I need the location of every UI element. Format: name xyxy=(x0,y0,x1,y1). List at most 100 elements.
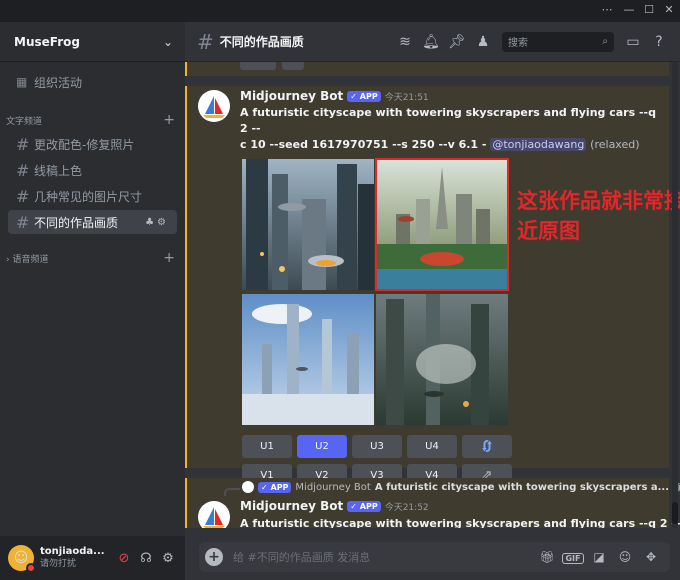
username: tonjiaoda... xyxy=(40,546,105,557)
bell-icon[interactable]: 🔔︎ xyxy=(418,34,444,50)
upscale-button-row: U1 U2 U3 U4 🔄︎ xyxy=(242,435,512,458)
text-channels-category[interactable]: 文字频道 + xyxy=(0,110,185,130)
add-channel-icon[interactable]: + xyxy=(163,250,175,266)
close-button[interactable]: ✕ xyxy=(662,3,676,17)
dnd-status-icon xyxy=(26,563,36,573)
sailboat-icon xyxy=(203,507,225,528)
prompt-text: A futuristic cityscape with towering sky… xyxy=(240,106,656,151)
avatar[interactable] xyxy=(198,90,230,122)
server-header[interactable]: MuseFrog ⌄ xyxy=(0,22,185,62)
timestamp: 今天21:52 xyxy=(384,503,429,513)
channel-item[interactable]: # 线稿上色 xyxy=(8,158,177,182)
server-name: MuseFrog xyxy=(14,34,80,49)
channel-label: 几种常见的图片尺寸 xyxy=(34,189,143,204)
avatar[interactable]: ☺ xyxy=(8,545,36,573)
user-status: 请勿打扰 xyxy=(40,559,77,569)
scrollbar-track[interactable] xyxy=(672,62,678,528)
message-composer[interactable]: + 给 #不同的作品画质 发消息 🎁︎ GIF ◪ ☺ ✥ xyxy=(199,542,670,572)
image-4[interactable] xyxy=(376,294,508,425)
invite-settings-icons[interactable]: ♣⚙ xyxy=(145,217,169,228)
channel-label: 线稿上色 xyxy=(34,163,83,178)
channel-title: 不同的作品画质 xyxy=(219,35,304,49)
button[interactable] xyxy=(282,62,304,70)
annotation-text: 这张作品就非常接近原图 xyxy=(517,189,680,243)
hash-icon: # xyxy=(16,212,30,232)
gift-icon[interactable]: 🎁︎ xyxy=(534,550,560,564)
headphones-icon[interactable]: ☊ xyxy=(135,551,157,566)
message-author[interactable]: Midjourney Bot ✓ APP 今天21:51 xyxy=(240,89,429,103)
image-3[interactable] xyxy=(242,294,374,425)
more-icon[interactable]: ⋯ xyxy=(600,3,614,17)
threads-icon[interactable]: ≋ xyxy=(392,34,418,50)
window-titlebar: ⋯ — ☐ ✕ xyxy=(0,0,680,22)
reroll-icon[interactable]: 🔄︎ xyxy=(462,435,512,458)
image-2-highlighted[interactable] xyxy=(375,158,509,291)
avatar[interactable] xyxy=(198,501,230,528)
channel-label: 更改配色-修复照片 xyxy=(34,137,135,152)
minimize-button[interactable]: — xyxy=(622,3,636,17)
user-mention[interactable]: @tonjiaodawang xyxy=(490,138,587,151)
add-attachment-icon[interactable]: + xyxy=(205,548,223,566)
hash-icon: # xyxy=(16,134,30,154)
mic-muted-icon[interactable]: ⊘ xyxy=(113,551,135,566)
gear-icon[interactable]: ⚙ xyxy=(157,551,179,566)
calendar-icon: ▦ xyxy=(16,75,28,89)
category-label: 文字频道 xyxy=(6,116,43,127)
image-grid[interactable] xyxy=(242,158,510,425)
inbox-icon[interactable]: ▭ xyxy=(620,34,646,50)
emoji-icon[interactable]: ☺ xyxy=(612,550,638,564)
app-badge: ✓ APP xyxy=(258,481,292,493)
prompt-text: A futuristic cityscape with towering sky… xyxy=(240,517,680,528)
search-input[interactable]: 搜索 ⌕ xyxy=(502,31,614,52)
maximize-button[interactable]: ☐ xyxy=(642,3,656,17)
sailboat-icon xyxy=(203,96,225,118)
channel-sidebar: MuseFrog ⌄ ▦ 组织活动 文字频道 + # 更改配色-修复照片 # 线… xyxy=(0,22,185,580)
message-list[interactable]: Midjourney Bot ✓ APP 今天21:51 A futuristic … xyxy=(185,62,680,528)
message: Midjourney Bot ✓ APP 今天21:51 A futuristic … xyxy=(185,86,680,487)
button[interactable] xyxy=(240,62,276,70)
app-badge: ✓ APP xyxy=(347,91,381,102)
image-1[interactable] xyxy=(242,159,374,290)
u1-button[interactable]: U1 xyxy=(242,435,292,458)
u2-button[interactable]: U2 xyxy=(297,435,347,458)
app-badge: ✓ APP xyxy=(347,501,381,512)
reply-preview[interactable]: ✓ APP Midjourney Bot A futuristic citysc… xyxy=(242,481,680,493)
gif-button[interactable]: GIF xyxy=(560,550,586,564)
reply-author: Midjourney Bot xyxy=(295,481,371,493)
channel-item[interactable]: # 几种常见的图片尺寸 xyxy=(8,184,177,208)
message: ✓ APP Midjourney Bot A futuristic citysc… xyxy=(185,478,680,528)
events-label: 组织活动 xyxy=(34,75,83,90)
sticker-icon[interactable]: ◪ xyxy=(586,550,612,564)
timestamp: 今天21:51 xyxy=(384,93,429,103)
hash-icon: # xyxy=(197,29,214,54)
mode-label: (relaxed) xyxy=(590,138,640,151)
reply-avatar xyxy=(242,481,254,493)
u4-button[interactable]: U4 xyxy=(407,435,457,458)
search-icon: ⌕ xyxy=(602,36,608,47)
category-label: › 语音频道 xyxy=(6,254,49,265)
chevron-down-icon: ⌄ xyxy=(162,34,173,49)
pin-icon[interactable]: 📌︎ xyxy=(444,34,470,50)
chat-area: # 不同的作品画质 ≋ 🔔︎ 📌︎ ♟ 搜索 ⌕ ▭ ? Midjourney … xyxy=(185,22,680,580)
channel-item-active[interactable]: # 不同的作品画质 ♣⚙ xyxy=(8,210,177,234)
channel-label: 不同的作品画质 xyxy=(34,215,119,230)
search-placeholder: 搜索 xyxy=(508,38,528,49)
reply-connector xyxy=(224,488,240,496)
user-info[interactable]: tonjiaoda... 请勿打扰 xyxy=(40,545,113,571)
scrollbar-thumb[interactable] xyxy=(672,502,678,524)
hash-icon: # xyxy=(16,186,30,206)
channel-item[interactable]: # 更改配色-修复照片 xyxy=(8,132,177,156)
help-icon[interactable]: ? xyxy=(646,34,672,50)
voice-channels-category[interactable]: › 语音频道 + xyxy=(0,248,185,268)
message-author[interactable]: Midjourney Bot ✓ APP 今天21:52 xyxy=(240,499,429,513)
reply-text: A futuristic cityscape with towering sky… xyxy=(374,481,670,493)
events-item[interactable]: ▦ 组织活动 xyxy=(8,70,177,94)
members-icon[interactable]: ♟ xyxy=(470,34,496,50)
apps-icon[interactable]: ✥ xyxy=(638,550,664,564)
channel-header: # 不同的作品画质 ≋ 🔔︎ 📌︎ ♟ 搜索 ⌕ ▭ ? xyxy=(185,22,680,62)
message-input[interactable]: 给 #不同的作品画质 发消息 xyxy=(233,549,534,565)
add-channel-icon[interactable]: + xyxy=(163,112,175,128)
hash-icon: # xyxy=(16,160,30,180)
previous-message xyxy=(185,62,669,76)
u3-button[interactable]: U3 xyxy=(352,435,402,458)
